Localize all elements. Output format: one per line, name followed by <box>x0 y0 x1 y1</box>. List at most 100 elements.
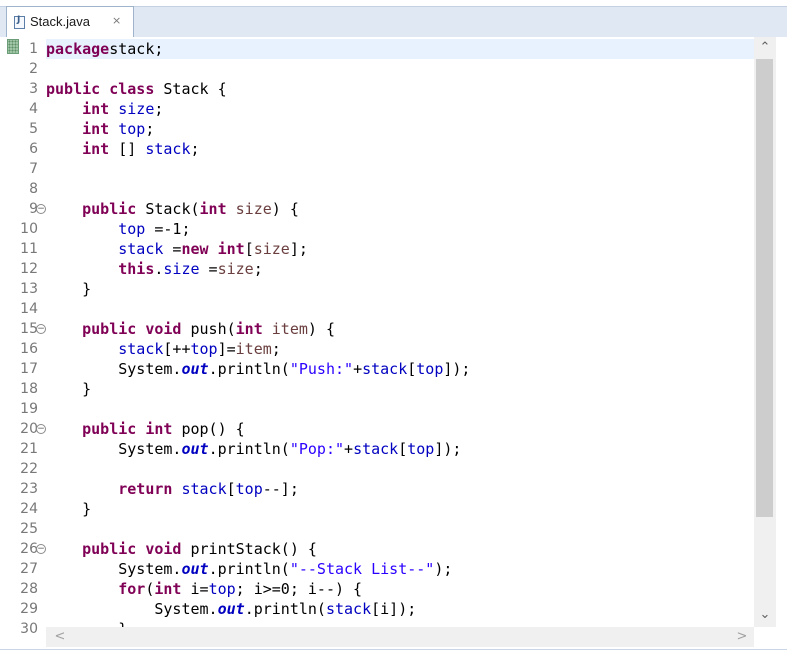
fold-collapse-icon[interactable]: − <box>36 544 46 554</box>
code-line[interactable]: } <box>46 619 754 627</box>
code-token: ]; <box>289 240 308 258</box>
code-token: = <box>163 240 182 258</box>
code-line[interactable] <box>46 59 754 79</box>
line-number: 17 <box>20 361 38 377</box>
line-number: 19 <box>20 401 38 417</box>
line-number: 4 <box>29 101 38 117</box>
code-token: .println( <box>208 440 290 458</box>
code-line[interactable]: System.out.println("--Stack List--"); <box>46 559 754 579</box>
code-token: [ <box>398 440 408 458</box>
code-token: .println( <box>208 560 290 578</box>
code-token: public class <box>46 80 155 98</box>
code-line[interactable] <box>46 399 754 419</box>
code-line[interactable]: int [] stack; <box>46 139 754 159</box>
vertical-scroll-thumb[interactable] <box>756 59 773 517</box>
scroll-down-icon[interactable]: ⌄ <box>754 605 776 625</box>
code-token: return <box>118 480 173 498</box>
code-token: + <box>353 360 363 378</box>
code-line[interactable]: System.out.println("Push:"+stack[top]); <box>46 359 754 379</box>
tab-stack-java[interactable]: Stack.java × <box>6 6 134 37</box>
code-token: int <box>199 200 227 218</box>
code-line[interactable] <box>46 519 754 539</box>
code-line[interactable]: this.size =size; <box>46 259 754 279</box>
code-line[interactable]: public void printStack() { <box>46 539 754 559</box>
code-token: stack <box>362 360 408 378</box>
line-number: 21 <box>20 441 38 457</box>
scroll-up-icon[interactable]: ⌃ <box>754 38 776 58</box>
code-token: [ <box>226 480 236 498</box>
code-text-area[interactable]: packagestack; public class Stack { int si… <box>46 37 754 627</box>
fold-collapse-icon[interactable]: − <box>36 324 46 334</box>
code-line[interactable]: int top; <box>46 119 754 139</box>
code-line[interactable]: public class Stack { <box>46 79 754 99</box>
code-line[interactable]: System.out.println("Pop:"+stack[top]); <box>46 439 754 459</box>
code-token: item <box>235 340 272 358</box>
horizontal-scrollbar[interactable]: < > <box>46 627 754 647</box>
code-token: size <box>118 100 155 118</box>
code-line[interactable] <box>46 299 754 319</box>
code-token: System. <box>46 440 182 458</box>
scroll-left-icon[interactable]: < <box>50 627 70 647</box>
code-line[interactable]: return stack[top--]; <box>46 479 754 499</box>
fold-collapse-icon[interactable]: − <box>36 424 46 434</box>
line-number: 2 <box>29 61 38 77</box>
vertical-scrollbar[interactable]: ⌃ ⌄ <box>754 37 776 627</box>
code-token: =-1; <box>145 220 191 238</box>
code-token: stack <box>118 240 164 258</box>
code-line[interactable]: top =-1; <box>46 219 754 239</box>
code-line[interactable]: for(int i=top; i>=0; i--) { <box>46 579 754 599</box>
code-token: } <box>46 280 92 298</box>
line-number: 16 <box>20 341 38 357</box>
code-line[interactable] <box>46 459 754 479</box>
code-line[interactable]: System.out.println(stack[i]); <box>46 599 754 619</box>
code-token: "Pop:" <box>289 440 345 458</box>
code-token: i= <box>181 580 209 598</box>
overview-ruler <box>1 37 6 627</box>
code-token: ]); <box>443 360 471 378</box>
code-token: "Push:" <box>289 360 354 378</box>
fold-collapse-icon[interactable]: − <box>36 204 46 214</box>
editor-tab-bar: Stack.java × <box>0 0 787 37</box>
scroll-right-icon[interactable]: > <box>732 627 752 647</box>
code-line[interactable]: stack =new int[size]; <box>46 239 754 259</box>
code-line[interactable]: } <box>46 279 754 299</box>
current-line-marker-icon <box>7 39 19 54</box>
code-editor[interactable]: 1 2 3 4 5 6 7 8 9 10 11 12 13 14 15 16 17 18 19 20 21 22 23 24 2… <box>0 37 787 649</box>
code-token: out <box>181 560 209 578</box>
code-token: [ <box>407 360 417 378</box>
code-token: out <box>181 360 209 378</box>
code-line[interactable]: int size; <box>46 99 754 119</box>
line-number: 1 <box>29 41 38 57</box>
code-line[interactable]: } <box>46 499 754 519</box>
line-number: 27 <box>20 561 38 577</box>
code-line[interactable]: public int pop() { <box>46 419 754 439</box>
line-number: 24 <box>20 501 38 517</box>
line-number: 13 <box>20 281 38 297</box>
line-number: 6 <box>29 141 38 157</box>
code-token: pop() { <box>172 420 245 438</box>
code-line[interactable] <box>46 159 754 179</box>
code-token: ; <box>145 120 155 138</box>
code-line[interactable]: } <box>46 379 754 399</box>
code-token: = <box>199 260 218 278</box>
code-line[interactable] <box>46 179 754 199</box>
code-token: ; i>=0; i--) { <box>235 580 363 598</box>
line-number: 8 <box>29 181 38 197</box>
code-line[interactable]: stack[++top]=item; <box>46 339 754 359</box>
close-icon[interactable]: × <box>112 14 121 27</box>
code-line[interactable]: packagestack; <box>46 39 754 59</box>
code-token: ) { <box>307 320 335 338</box>
code-token: .println( <box>244 600 326 618</box>
line-number: 7 <box>29 161 38 177</box>
code-line[interactable]: public void push(int item) { <box>46 319 754 339</box>
code-line[interactable]: public Stack(int size) { <box>46 199 754 219</box>
code-token: stack <box>181 480 227 498</box>
